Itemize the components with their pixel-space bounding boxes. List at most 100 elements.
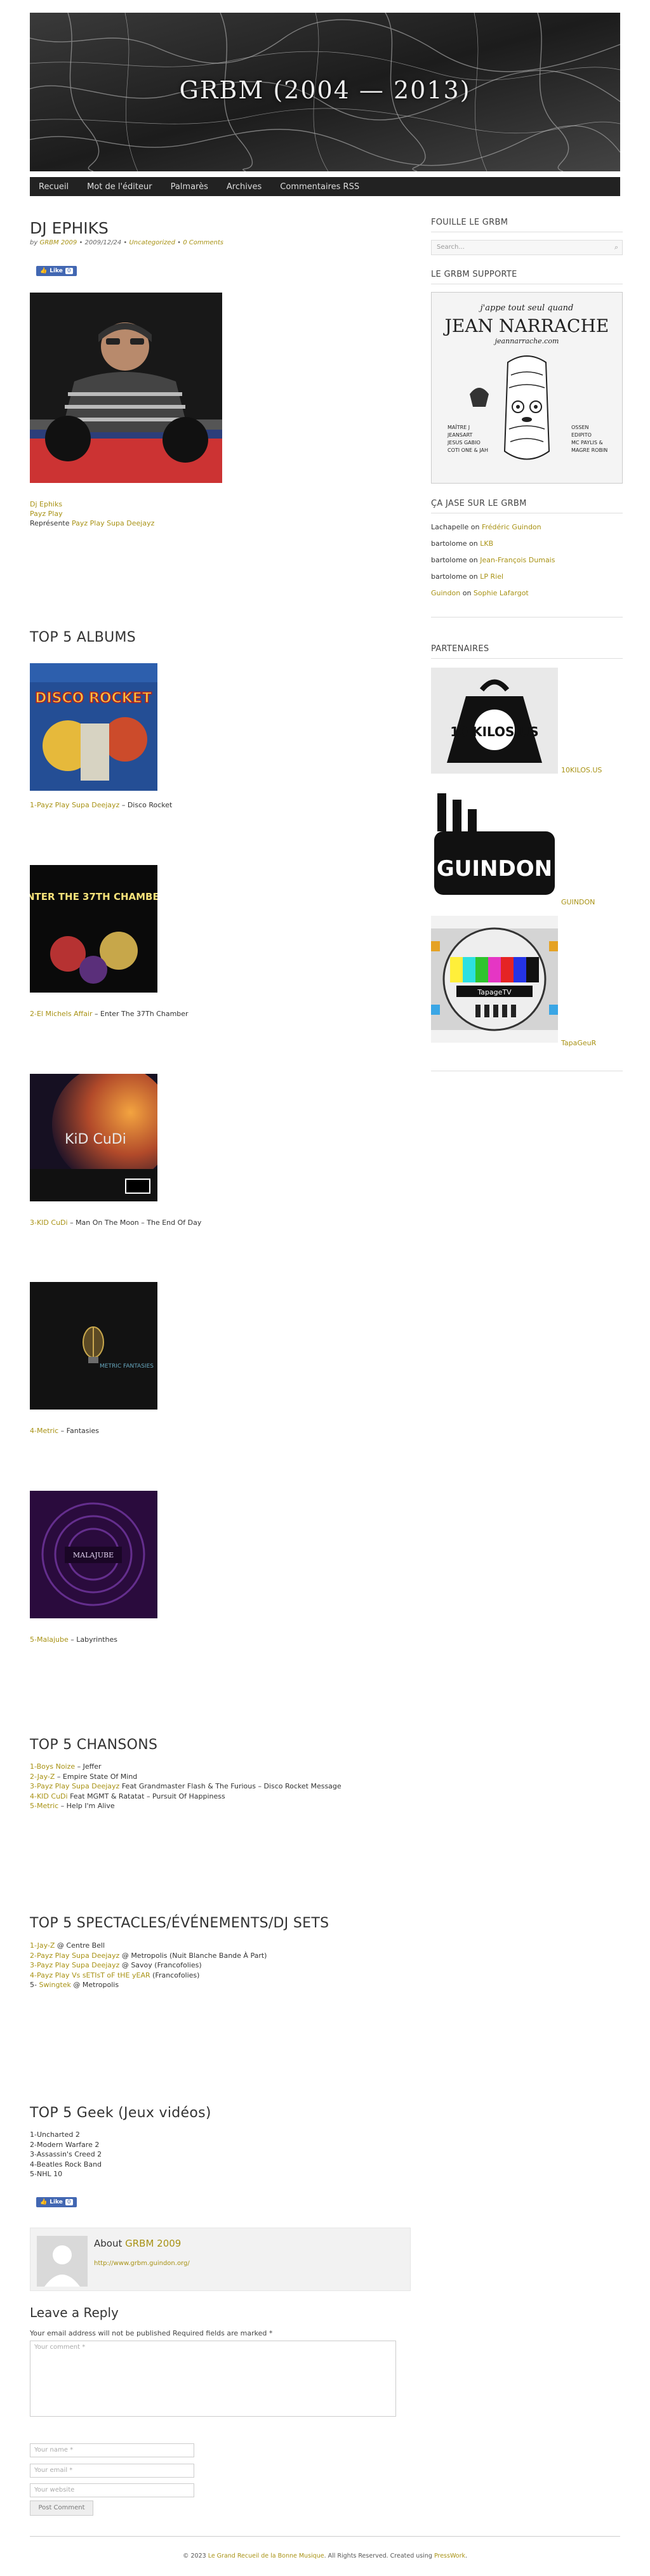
facebook-like-button[interactable]: 👍 Like 0 bbox=[36, 266, 77, 276]
list-item: 2-Payz Play Supa Deejayz @ Metropolis (N… bbox=[30, 1951, 267, 1960]
comments-link[interactable]: 0 Comments bbox=[183, 239, 223, 246]
website-field[interactable]: Your website bbox=[30, 2483, 194, 2497]
site-banner[interactable]: GRBM (2004 — 2013) bbox=[30, 13, 620, 171]
divider bbox=[431, 658, 623, 659]
list-item: 2-Modern Warfare 2 bbox=[30, 2140, 100, 2149]
list-item: 5-NHL 10 bbox=[30, 2170, 63, 2178]
list-item: bartolome on Jean-François Dumais bbox=[431, 556, 555, 564]
album-1-artist-link[interactable]: Payz Play Supa Deejayz bbox=[37, 801, 119, 809]
post-title[interactable]: DJ EPHIKS bbox=[30, 219, 109, 237]
chansons-list: 1-Boys Noize – Jeffer 2-Jay-Z – Empire S… bbox=[30, 1762, 342, 1811]
cover-text-enter-chamber: ENTER THE 37TH CHAMBER bbox=[30, 891, 157, 902]
album-cover-fantasies: METRIC FANTASIES bbox=[30, 1282, 157, 1410]
dj-ephiks-link[interactable]: Dj Ephiks bbox=[30, 500, 62, 508]
category-link[interactable]: Uncategorized bbox=[129, 239, 175, 246]
name-field[interactable]: Your name * bbox=[30, 2443, 194, 2457]
list-item: 1-Jay-Z @ Centre Bell bbox=[30, 1941, 105, 1950]
svg-text:jeannarrache.com: jeannarrache.com bbox=[493, 337, 559, 345]
list-item: 2-Jay-Z – Empire State Of Mind bbox=[30, 1772, 138, 1781]
nav-item-palmares[interactable]: Palmarès bbox=[171, 182, 208, 192]
partner-link-tapageur[interactable]: TapaGeuR bbox=[561, 1039, 596, 1047]
search-icon[interactable]: ⌕ bbox=[614, 243, 618, 252]
author-title: About GRBM 2009 bbox=[94, 2238, 182, 2249]
search-input[interactable]: Search... ⌕ bbox=[431, 240, 623, 255]
list-item: 4-Beatles Rock Band bbox=[30, 2160, 102, 2169]
svg-text:JEAN NARRACHE: JEAN NARRACHE bbox=[443, 315, 609, 336]
album-line-3: 3-KID CuDi – Man On The Moon – The End O… bbox=[30, 1219, 202, 1227]
list-item: 5- Swingtek @ Metropolis bbox=[30, 1981, 119, 1989]
album-line-4: 4-Metric – Fantasies bbox=[30, 1427, 100, 1435]
album-line-5: 5-Malajube – Labyrinthes bbox=[30, 1635, 117, 1644]
author-box: About GRBM 2009 http://www.grbm.guindon.… bbox=[30, 2228, 411, 2291]
payz-play-link[interactable]: Payz Play bbox=[30, 510, 63, 518]
footer: © 2023 Le Grand Recueil de la Bonne Musi… bbox=[182, 2553, 468, 2559]
svg-text:EDIPITO: EDIPITO bbox=[571, 432, 592, 438]
list-item: Lachapelle on Frédéric Guindon bbox=[431, 523, 541, 531]
jean-narrache-ad[interactable]: j'appe tout seul quand JEAN NARRACHE jea… bbox=[431, 292, 623, 484]
partner-link-10kilos[interactable]: 10KILOS.US bbox=[561, 766, 602, 774]
comment-textarea[interactable]: Your comment * bbox=[30, 2341, 396, 2417]
intro-line-2: Payz Play bbox=[30, 510, 63, 518]
sidebar-partners-title: PARTENAIRES bbox=[431, 644, 489, 654]
list-item: 1-Boys Noize – Jeffer bbox=[30, 1762, 102, 1771]
main-nav: Recueil Mot de l'éditeur Palmarès Archiv… bbox=[30, 177, 620, 196]
cover-text-kid-cudi: KiD CuDi bbox=[65, 1132, 126, 1147]
album-2-artist-link[interactable]: El Michels Affair bbox=[37, 1010, 93, 1018]
list-item: 3-Payz Play Supa Deejayz @ Savoy (Franco… bbox=[30, 1961, 202, 1969]
footer-site-link[interactable]: Le Grand Recueil de la Bonne Musique bbox=[208, 2553, 324, 2559]
post-byline: by GRBM 2009 • 2009/12/24 • Uncategorize… bbox=[30, 239, 223, 246]
list-item: Guindon on Sophie Lafargot bbox=[431, 589, 529, 597]
svg-text:j'appe tout seul quand: j'appe tout seul quand bbox=[479, 303, 574, 313]
partner-logo-tapageur[interactable]: TapageTV bbox=[431, 916, 558, 1043]
author-link[interactable]: GRBM 2009 bbox=[39, 239, 77, 246]
album-3-artist-link[interactable]: KID CuDi bbox=[37, 1219, 68, 1227]
section-title-geek: TOP 5 Geek (Jeux vidéos) bbox=[30, 2105, 211, 2121]
dj-ephiks-photo bbox=[30, 293, 222, 483]
list-item: 1-Uncharted 2 bbox=[30, 2130, 80, 2139]
nav-item-recueil[interactable]: Recueil bbox=[39, 182, 69, 192]
svg-text:JEANSART: JEANSART bbox=[447, 432, 473, 438]
partner-logo-10kilos[interactable]: 10 KILOS.US bbox=[431, 668, 558, 774]
nav-item-commentaires-rss[interactable]: Commentaires RSS bbox=[280, 182, 359, 192]
footer-divider bbox=[30, 2536, 620, 2537]
album-cover-labyrinthes: MALAJUBE bbox=[30, 1491, 157, 1618]
nav-item-mot-editeur[interactable]: Mot de l'éditeur bbox=[87, 182, 152, 192]
intro-line-3: Représente Payz Play Supa Deejayz bbox=[30, 519, 155, 527]
svg-text:TapageTV: TapageTV bbox=[477, 988, 512, 996]
author-name-link[interactable]: GRBM 2009 bbox=[125, 2238, 181, 2249]
payz-play-supa-deejayz-link[interactable]: Payz Play Supa Deejayz bbox=[72, 519, 154, 527]
partner-link-guindon[interactable]: GUINDON bbox=[561, 898, 595, 906]
album-cover-enter-37th-chamber: ENTER THE 37TH CHAMBER bbox=[30, 865, 157, 993]
cover-text-malajube: MALAJUBE bbox=[73, 1551, 114, 1559]
intro-line-1: Dj Ephiks bbox=[30, 500, 62, 508]
album-line-2: 2-El Michels Affair – Enter The 37Th Cha… bbox=[30, 1010, 189, 1018]
cover-text-disco-rocket: DISCO ROCKET bbox=[35, 690, 152, 706]
list-item: bartolome on LP Riel bbox=[431, 572, 504, 581]
album-4-artist-link[interactable]: Metric bbox=[37, 1427, 58, 1435]
post-comment-button[interactable]: Post Comment bbox=[30, 2500, 93, 2516]
reply-notes: Your email address will not be published… bbox=[30, 2329, 273, 2337]
spectacles-list: 1-Jay-Z @ Centre Bell 2-Payz Play Supa D… bbox=[30, 1941, 267, 1990]
sidebar-supporte-title: LE GRBM SUPPORTE bbox=[431, 270, 517, 279]
list-item: 3-Assassin's Creed 2 bbox=[30, 2150, 102, 2158]
partner-logo-guindon[interactable]: GUINDON bbox=[431, 787, 558, 899]
reply-title: Leave a Reply bbox=[30, 2305, 119, 2320]
album-cover-man-on-the-moon: KiD CuDi bbox=[30, 1074, 157, 1201]
svg-text:MC PAYLIS &: MC PAYLIS & bbox=[571, 440, 603, 446]
author-url-link[interactable]: http://www.grbm.guindon.org/ bbox=[94, 2260, 190, 2267]
email-field[interactable]: Your email * bbox=[30, 2464, 194, 2478]
list-item: 4-Payz Play Vs sETIsT oF tHE yEAR (Franc… bbox=[30, 1971, 200, 1979]
site-title[interactable]: GRBM (2004 — 2013) bbox=[30, 76, 620, 104]
facebook-like-button-bottom[interactable]: 👍 Like 0 bbox=[36, 2197, 77, 2207]
album-line-1: 1-Payz Play Supa Deejayz – Disco Rocket bbox=[30, 801, 173, 809]
svg-text:COTI ONE & JAH: COTI ONE & JAH bbox=[448, 447, 488, 453]
list-item: 4-KID CuDi Feat MGMT & Ratatat – Pursuit… bbox=[30, 1792, 225, 1800]
section-title-spectacles: TOP 5 SPECTACLES/ÉVÉNEMENTS/DJ SETS bbox=[30, 1915, 329, 1931]
cover-text-metric: METRIC FANTASIES bbox=[100, 1363, 154, 1370]
album-5-artist-link[interactable]: Malajube bbox=[37, 1635, 69, 1644]
album-cover-disco-rocket: DISCO ROCKET bbox=[30, 663, 157, 791]
facebook-thumb-icon: 👍 bbox=[40, 2199, 48, 2205]
list-item: bartolome on LKB bbox=[431, 539, 494, 548]
nav-item-archives[interactable]: Archives bbox=[227, 182, 262, 192]
footer-presswork-link[interactable]: PressWork bbox=[434, 2553, 465, 2559]
